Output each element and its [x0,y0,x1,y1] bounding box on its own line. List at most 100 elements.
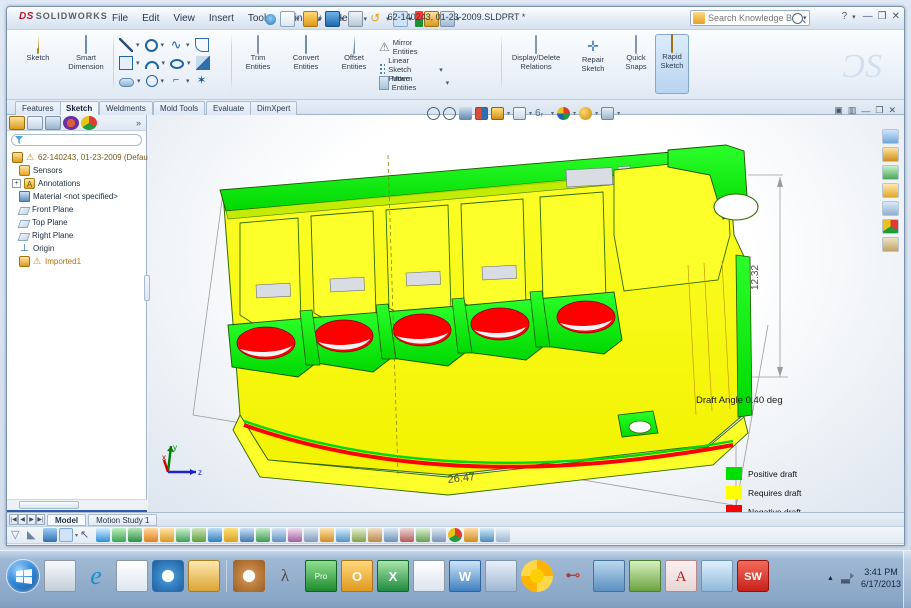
network-tool-icon[interactable]: ⊷ [557,560,589,592]
sketch-chamfer-icon[interactable] [195,56,210,70]
search-knowledge-base[interactable]: ▾ [690,10,810,26]
tab-evaluate[interactable]: Evaluate [206,101,252,115]
line-icon[interactable] [119,38,133,52]
custom-properties-icon[interactable] [882,237,899,252]
graphics-viewport[interactable]: 26.47 12.32 Draft Angle 0.40 deg 26.47 1… [148,115,904,512]
zoom-to-fit-icon[interactable] [427,106,440,120]
text-icon[interactable]: ⌐ [169,74,183,88]
ellipse-icon[interactable] [170,59,185,69]
rectangle-icon[interactable] [119,56,133,70]
flow-simulation-icon[interactable] [448,528,463,542]
text-dropdown[interactable]: ▾ [186,77,190,85]
zebra-stripes-icon[interactable] [176,528,191,542]
tree-node-part-root[interactable]: ⚠ 62-140243, 01-23-2009 (Defau [10,151,148,164]
select-tool-dropdown[interactable]: ▾ [75,532,78,539]
interference-detection-icon[interactable] [464,528,479,542]
search-icon[interactable] [792,12,803,24]
check-icon[interactable] [144,528,159,542]
draft-analysis-icon[interactable] [224,528,239,542]
display-style-dropdown[interactable]: ▾ [529,110,532,117]
ribbon-button-convert-entities[interactable]: Convert Entities [283,35,329,71]
configuration-manager-icon[interactable] [45,115,61,130]
tree-node-right-plane[interactable]: Right Plane [10,229,146,242]
ribbon-button-display-delete-relations[interactable]: Display/Delete Relations [505,35,567,71]
arc-icon[interactable] [144,61,159,69]
tile-vertically-icon[interactable]: ▥ [848,105,857,116]
hide-show-dropdown[interactable]: ▾ [551,110,554,117]
select-other-icon[interactable]: ↖ [80,528,94,542]
prosuite-icon[interactable]: Pro [305,560,337,592]
tab-weldments[interactable]: Weldments [99,101,153,115]
deviation-analysis-icon[interactable] [208,528,223,542]
network-icon[interactable] [840,572,854,584]
notepad-document-icon[interactable] [116,560,148,592]
paint-icon[interactable] [701,560,733,592]
view-settings-icon[interactable] [601,106,615,120]
word-icon[interactable]: W [449,560,481,592]
chrome-icon[interactable] [152,560,184,592]
tab-sketch[interactable]: Sketch [59,101,100,115]
curvature-icon[interactable] [192,528,207,542]
tree-node-material[interactable]: Material <not specified> [10,190,146,203]
sensors-toolbar-icon[interactable] [416,528,431,542]
scenes-icon[interactable] [882,165,899,180]
search-input[interactable] [708,13,792,23]
ribbon-button-rapid-sketch[interactable]: Rapid Sketch [655,34,689,94]
tab-dimxpert[interactable]: DimXpert [250,101,298,115]
feature-tree-hscrollbar[interactable] [7,499,147,510]
rectangle-dropdown[interactable]: ▾ [136,59,140,67]
tree-node-sensors[interactable]: Sensors [10,164,146,177]
ribbon-item-move-entities[interactable]: Move Entities ▾ [379,74,451,92]
compare-documents-icon[interactable] [304,528,319,542]
nav-next-button[interactable]: ▶ [27,514,36,525]
minimize-button[interactable]: — [863,11,873,22]
nav-last-button[interactable]: ▶| [36,514,45,525]
ribbon-button-offset-entities[interactable]: Offset Entities [331,35,377,71]
view-orientation-icon[interactable] [491,106,504,120]
view-settings-dropdown[interactable]: ▾ [617,110,620,117]
lambda-app-icon[interactable]: λ [269,560,301,592]
view-orientation-dropdown[interactable]: ▾ [507,110,510,117]
design-study-icon[interactable] [432,528,447,542]
file-explorer-icon[interactable] [882,183,899,198]
nav-first-button[interactable]: |◀ [9,514,18,525]
hole-alignment-icon[interactable] [480,528,495,542]
line-dropdown[interactable]: ▾ [136,41,140,49]
display-style-icon[interactable] [513,106,527,120]
apply-scene-icon[interactable] [579,106,593,120]
slot-icon[interactable] [119,77,134,87]
doc-close-button[interactable]: ✕ [888,105,896,116]
panel-resize-grip[interactable] [144,275,150,301]
simulation-icon[interactable] [400,528,415,542]
polygon-icon[interactable] [145,75,158,87]
tree-node-imported1[interactable]: ⚠ Imported1 [10,255,146,268]
tray-expand-icon[interactable]: ▲ [827,575,834,582]
calculator-icon[interactable] [44,560,76,592]
doc-tab-model[interactable]: Model [47,513,87,526]
start-button[interactable] [6,559,40,593]
expand-annotations-icon[interactable]: + [12,179,21,188]
property-manager-icon[interactable] [27,115,43,130]
doc-minimize-button[interactable]: — [861,106,870,116]
hide-show-items-icon[interactable]: 6ᵣ [535,107,548,120]
ribbon-button-smart-dimension[interactable]: Smart Dimension [63,35,109,71]
solidworks-icon[interactable]: SW [737,560,769,592]
restore-button[interactable]: ❐ [878,11,887,22]
tree-node-top-plane[interactable]: Top Plane [10,216,146,229]
tab-features[interactable]: Features [15,101,61,115]
apply-scene-dropdown[interactable]: ▾ [595,110,598,117]
filter-faces-icon[interactable]: ▽ [11,528,25,542]
ribbon-item-mirror-entities[interactable]: ⚠ Mirror Entities [379,38,421,56]
internet-explorer-icon[interactable]: e [80,560,112,592]
edit-appearance-icon[interactable] [557,106,571,120]
tab-mold-tools[interactable]: Mold Tools [153,101,206,115]
thickness-analysis-icon[interactable] [272,528,287,542]
import-diagnostics-icon[interactable] [320,528,335,542]
picasa-icon[interactable] [521,560,553,592]
ribbon-button-quick-snaps[interactable]: Quick Snaps [613,35,659,71]
spline-dropdown[interactable]: ▾ [186,41,190,49]
nav-prev-button[interactable]: ◀ [18,514,27,525]
filter-vertices-icon[interactable] [43,528,57,542]
arc-dropdown[interactable]: ▾ [162,59,166,67]
dimxpert-manager-icon[interactable] [63,115,79,130]
